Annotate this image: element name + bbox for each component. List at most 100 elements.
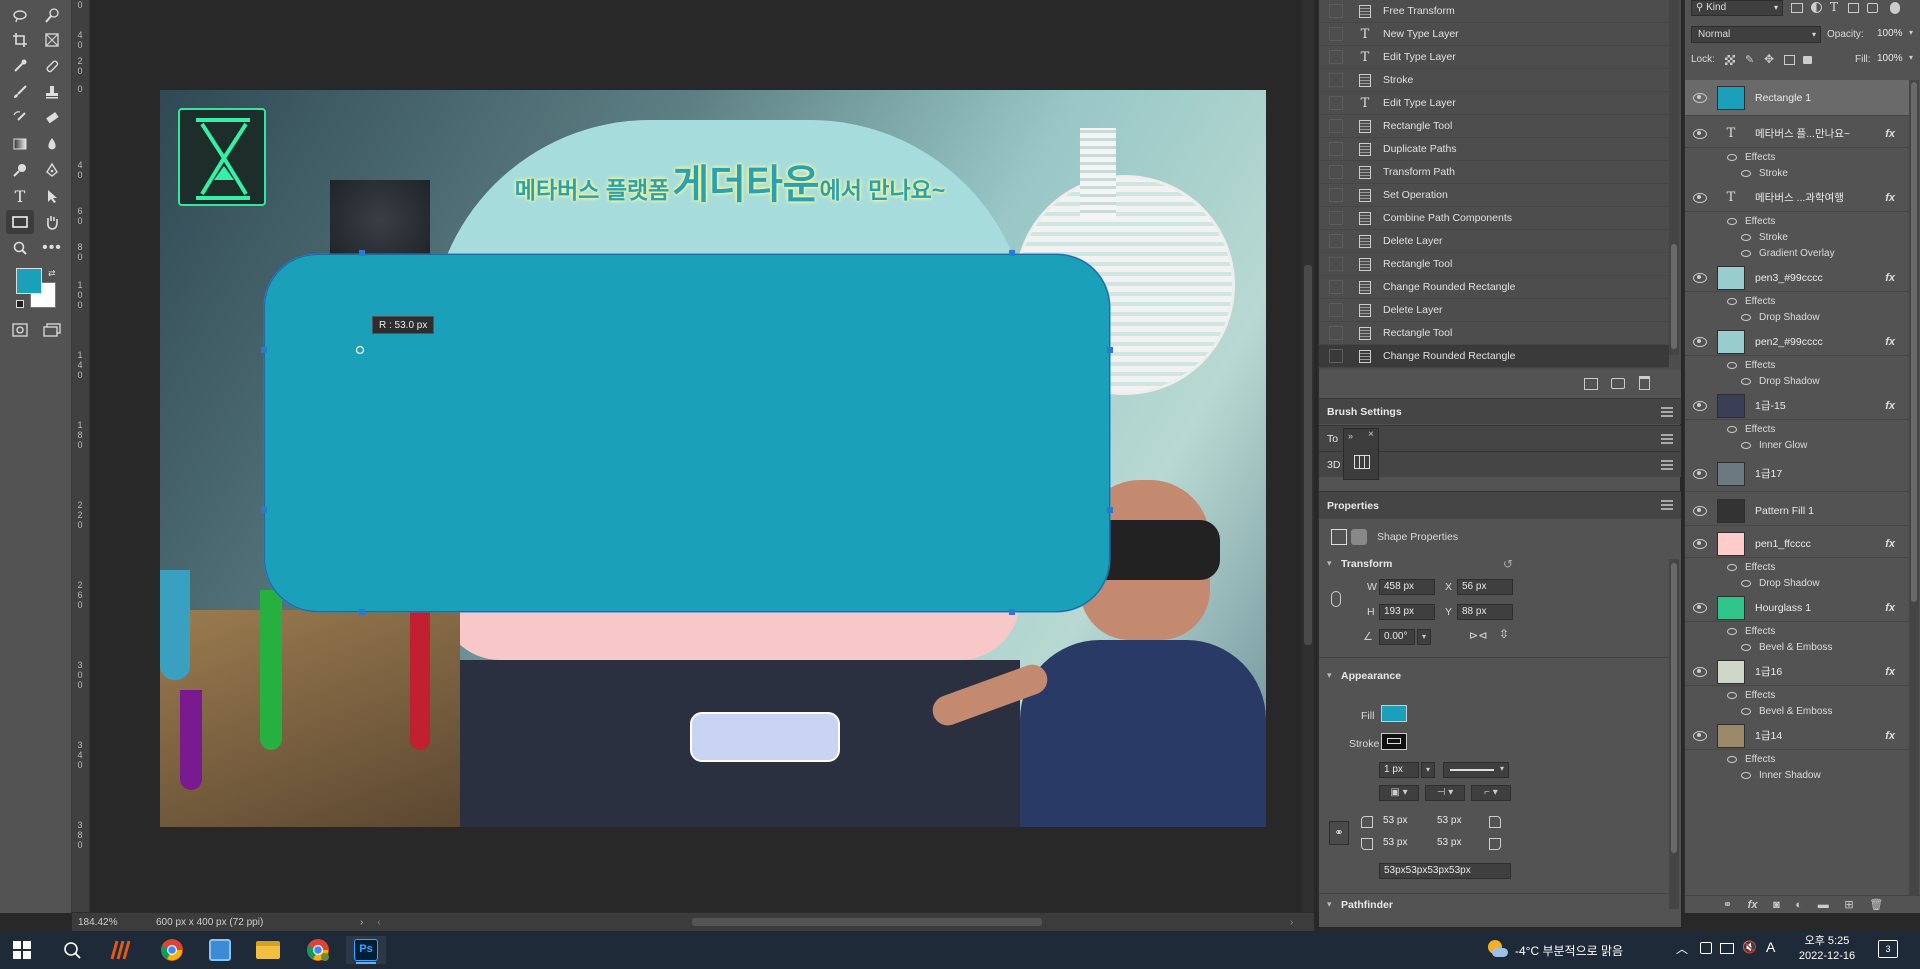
history-item[interactable]: Transform Path — [1319, 161, 1669, 184]
document-info[interactable]: 600 px x 400 px (72 ppi) — [152, 917, 302, 928]
pen-tool-icon[interactable] — [38, 158, 66, 182]
layer-name[interactable]: pen3_#99cccc — [1755, 272, 1823, 284]
layer-row[interactable]: 1급14 fx — [1685, 722, 1909, 750]
weather-icon[interactable] — [1486, 940, 1508, 958]
angle-field[interactable]: 0.00° — [1379, 629, 1415, 645]
fill-swatch[interactable] — [1381, 705, 1407, 722]
history-source-checkbox[interactable] — [1329, 96, 1343, 110]
show-hidden-icons-chevron-icon[interactable]: ︿ — [1676, 940, 1688, 957]
eyedropper-tool-icon[interactable] — [6, 54, 34, 78]
document-canvas[interactable]: 메타버스 플랫폼 게더타운에서 만나요~ R: 53.0 px — [160, 90, 1266, 827]
history-item[interactable]: Rectangle Tool — [1319, 115, 1669, 138]
history-item[interactable]: Change Rounded Rectangle — [1319, 345, 1669, 368]
history-item[interactable]: Free Transform — [1319, 0, 1669, 23]
stroke-corners-dropdown[interactable]: ⌐ ▾ — [1471, 785, 1511, 801]
visibility-eye-icon[interactable] — [1693, 730, 1707, 741]
effect-visibility-eye-icon[interactable] — [1741, 250, 1751, 257]
blend-mode-dropdown[interactable]: Normal ▾ — [1691, 26, 1821, 43]
effect-row[interactable]: Inner Shadow — [1685, 766, 1909, 785]
history-item[interactable]: Duplicate Paths — [1319, 138, 1669, 161]
add-mask-icon[interactable]: ◙ — [1773, 899, 1780, 911]
history-item[interactable]: T Edit Type Layer — [1319, 92, 1669, 115]
history-item[interactable]: Change Rounded Rectangle — [1319, 276, 1669, 299]
layer-effects-fx-icon[interactable]: fx — [1885, 272, 1895, 284]
volume-muted-icon[interactable]: 🔇 — [1742, 940, 1757, 954]
filter-pixel-icon[interactable] — [1791, 3, 1803, 13]
effect-row[interactable]: Bevel & Emboss — [1685, 638, 1909, 657]
clone-stamp-tool-icon[interactable] — [38, 80, 66, 104]
reset-transform-icon[interactable]: ↺ — [1503, 557, 1513, 571]
hand-tool-icon[interactable] — [38, 210, 66, 234]
canvas-vertical-scroll-thumb[interactable] — [1304, 265, 1312, 645]
panel-menu-icon[interactable] — [1661, 407, 1673, 417]
status-arrow-icon[interactable]: › — [360, 917, 363, 928]
effect-visibility-eye-icon[interactable] — [1727, 298, 1737, 305]
effect-visibility-eye-icon[interactable] — [1727, 756, 1737, 763]
layer-name[interactable]: 1급14 — [1755, 728, 1782, 743]
history-source-checkbox[interactable] — [1329, 188, 1343, 202]
link-corners-icon[interactable]: ⚭ — [1329, 821, 1349, 845]
chrome-profile-icon[interactable] — [298, 936, 338, 964]
history-source-checkbox[interactable] — [1329, 326, 1343, 340]
y-field[interactable]: 88 px — [1457, 604, 1513, 620]
layer-row[interactable]: T 메타버스 플...만나요~ fx — [1685, 120, 1909, 148]
rectangle-tool-icon[interactable] — [6, 210, 34, 234]
layer-name[interactable]: Pattern Fill 1 — [1755, 505, 1814, 517]
zoom-level[interactable]: 184.42% — [72, 917, 152, 928]
layer-fill-field[interactable]: 100% — [1873, 52, 1907, 68]
new-adjustment-layer-icon[interactable]: ◐ — [1795, 899, 1802, 911]
angle-dropdown-icon[interactable]: ▾ — [1417, 629, 1431, 645]
quick-select-tool-icon[interactable] — [38, 4, 66, 28]
pathfinder-collapse-arrow-icon[interactable]: ▾ — [1327, 899, 1332, 910]
layer-filter-kind-dropdown[interactable]: ⚲ Kind ▾ — [1691, 0, 1783, 16]
filter-shape-icon[interactable] — [1848, 3, 1859, 13]
history-item[interactable]: Delete Layer — [1319, 230, 1669, 253]
history-source-checkbox[interactable] — [1329, 4, 1343, 18]
delete-state-icon[interactable] — [1639, 376, 1650, 390]
history-item[interactable]: Combine Path Components — [1319, 207, 1669, 230]
effect-visibility-eye-icon[interactable] — [1727, 218, 1737, 225]
tool-presets-tab[interactable]: To — [1327, 433, 1338, 445]
properties-header[interactable]: Properties — [1319, 491, 1681, 519]
appearance-collapse-arrow-icon[interactable]: ▾ — [1327, 670, 1332, 681]
history-source-checkbox[interactable] — [1329, 27, 1343, 41]
visibility-eye-icon[interactable] — [1693, 468, 1707, 479]
foreground-color-swatch[interactable] — [16, 268, 42, 294]
filter-adjustment-icon[interactable] — [1811, 2, 1822, 13]
history-item[interactable]: T Edit Type Layer — [1319, 46, 1669, 69]
layer-row[interactable]: 1급17 — [1685, 456, 1909, 492]
visibility-eye-icon[interactable] — [1693, 666, 1707, 677]
filter-smart-object-icon[interactable] — [1867, 3, 1878, 13]
swap-colors-icon[interactable]: ⇄ — [48, 268, 56, 279]
layer-row[interactable]: pen3_#99cccc fx — [1685, 264, 1909, 292]
history-scrollbar[interactable] — [1669, 0, 1679, 355]
layer-effects-fx-icon[interactable]: fx — [1885, 336, 1895, 348]
layer-name[interactable]: 메타버스 플...만나요~ — [1755, 126, 1850, 141]
new-layer-icon[interactable]: ⊞ — [1844, 898, 1853, 911]
panel-menu-icon[interactable] — [1661, 500, 1673, 510]
layer-name[interactable]: 메타버스 ...과학여행 — [1755, 190, 1844, 205]
default-colors-icon[interactable] — [16, 300, 24, 308]
dodge-tool-icon[interactable] — [6, 158, 34, 182]
effect-visibility-eye-icon[interactable] — [1741, 580, 1751, 587]
layer-row[interactable]: 1급-15 fx — [1685, 392, 1909, 420]
effect-visibility-eye-icon[interactable] — [1741, 378, 1751, 385]
delete-layer-icon[interactable]: 🗑 — [1869, 898, 1883, 911]
corner-radius-combined-field[interactable]: 53px53px53px53px — [1379, 863, 1511, 879]
effect-row[interactable]: Drop Shadow — [1685, 308, 1909, 327]
layer-row[interactable]: Hourglass 1 fx — [1685, 594, 1909, 622]
canvas-vertical-scrollbar[interactable] — [1302, 0, 1314, 912]
layer-effects-fx-icon[interactable]: fx — [1885, 730, 1895, 742]
new-document-from-state-icon[interactable] — [1584, 378, 1598, 390]
layer-name[interactable]: Hourglass 1 — [1755, 602, 1811, 614]
healing-brush-tool-icon[interactable] — [38, 54, 66, 78]
history-source-checkbox[interactable] — [1329, 73, 1343, 87]
visibility-eye-icon[interactable] — [1693, 505, 1707, 516]
layer-effects-fx-icon[interactable]: fx — [1885, 538, 1895, 550]
floating-panel-popup[interactable]: » × — [1343, 428, 1379, 480]
visibility-eye-icon[interactable] — [1693, 538, 1707, 549]
eraser-tool-icon[interactable] — [38, 106, 66, 130]
collapse-arrows-icon[interactable]: » — [1348, 431, 1353, 441]
visibility-eye-icon[interactable] — [1693, 92, 1707, 103]
layer-name[interactable]: pen1_ffcccc — [1755, 538, 1811, 550]
